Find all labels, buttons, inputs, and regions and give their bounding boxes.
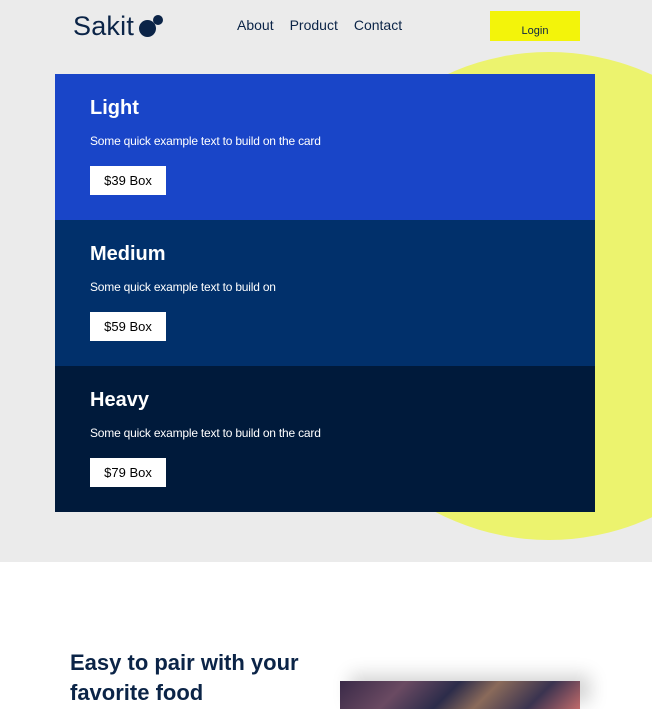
card-heavy: Heavy Some quick example text to build o…	[55, 366, 595, 512]
buy-medium-box-button[interactable]: $59 Box	[90, 312, 166, 341]
card-title: Heavy	[90, 389, 149, 411]
nav-link-product[interactable]: Product	[290, 17, 338, 33]
logo-mark-icon	[139, 13, 165, 39]
card-text: Some quick example text to build on	[90, 280, 276, 294]
nav-link-contact[interactable]: Contact	[354, 17, 402, 33]
main-nav: About Product Contact	[237, 17, 402, 33]
nav-link-about[interactable]: About	[237, 17, 274, 33]
hero-section: Sakit About Product Contact Login Light …	[0, 0, 652, 562]
login-button[interactable]: Login	[490, 11, 580, 41]
logo-text: Sakit	[73, 10, 135, 41]
card-light: Light Some quick example text to build o…	[55, 74, 595, 220]
card-medium: Medium Some quick example text to build …	[55, 220, 595, 366]
buy-heavy-box-button[interactable]: $79 Box	[90, 458, 166, 487]
pairing-heading: Easy to pair with your favorite food	[70, 650, 299, 705]
card-title: Medium	[90, 243, 166, 265]
buy-light-box-button[interactable]: $39 Box	[90, 166, 166, 195]
card-title: Light	[90, 97, 139, 119]
food-image	[340, 681, 580, 709]
pricing-cards: Light Some quick example text to build o…	[55, 74, 595, 512]
card-text: Some quick example text to build on the …	[90, 134, 321, 148]
logo[interactable]: Sakit	[73, 10, 165, 42]
card-text: Some quick example text to build on the …	[90, 426, 321, 440]
